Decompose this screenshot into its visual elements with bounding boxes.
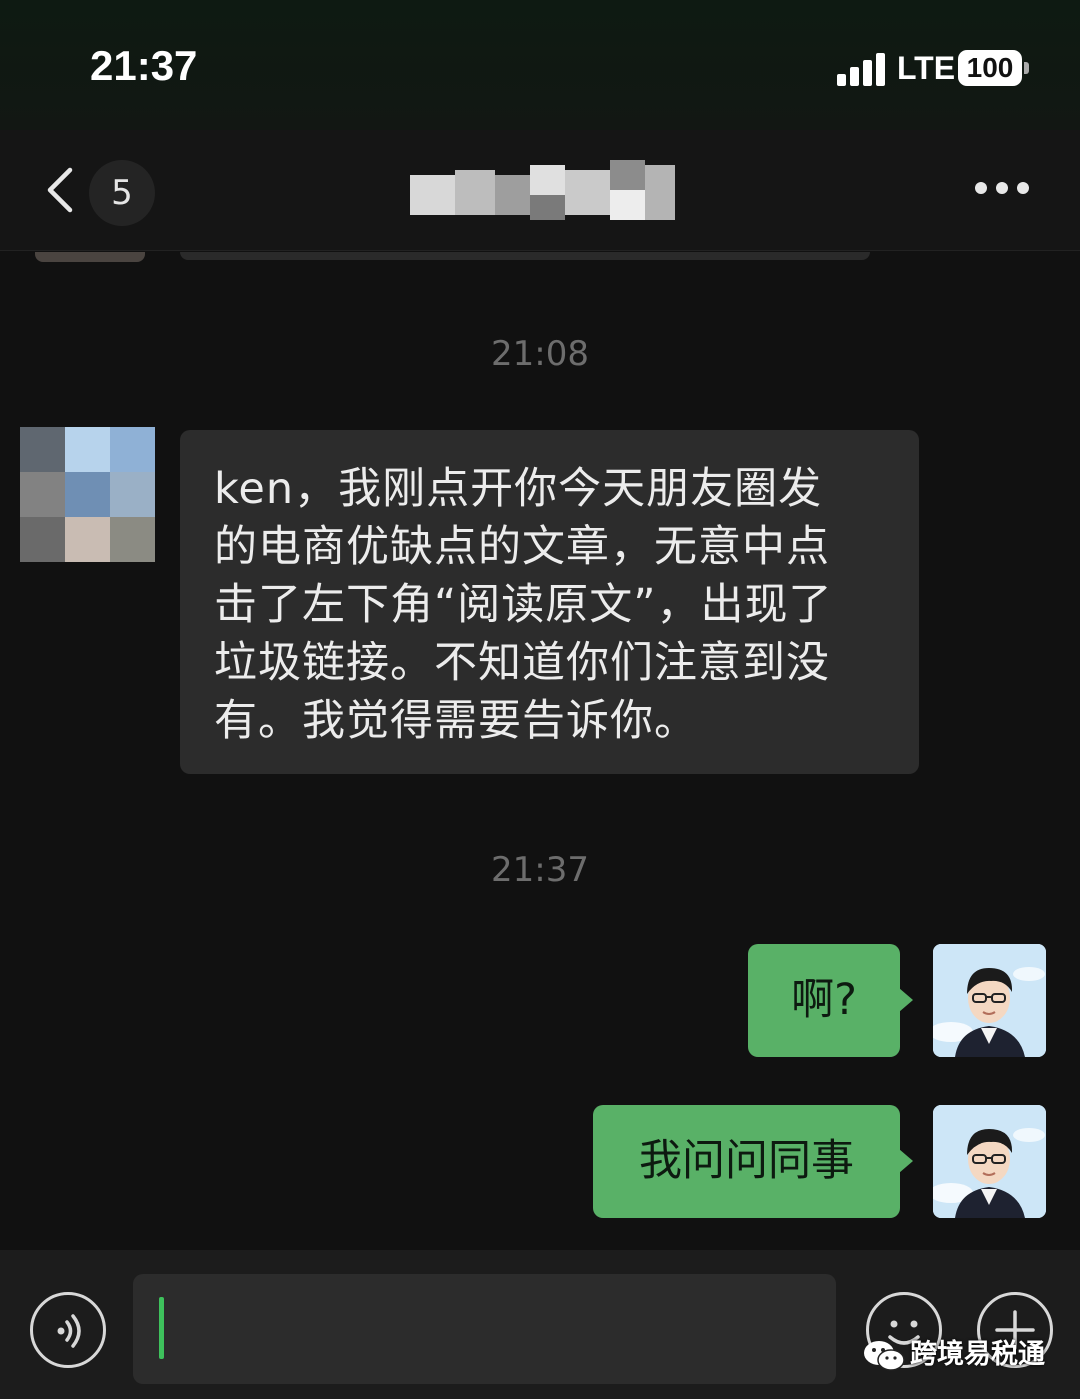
voice-icon[interactable] — [30, 1292, 106, 1368]
signal-icon — [837, 52, 887, 86]
input-bar — [0, 1250, 1080, 1399]
message-line: ken，我刚点开你今天朋友圈发 — [214, 464, 823, 514]
message-line: 击了左下角“阅读原文”，出现了 — [214, 580, 833, 630]
chevron-left-icon[interactable] — [40, 160, 80, 220]
received-message-bubble[interactable]: ken，我刚点开你今天朋友圈发 的电商优缺点的文章，无意中点 击了左下角“阅读原… — [180, 430, 919, 774]
previous-bubble-edge — [180, 252, 870, 260]
message-input[interactable] — [133, 1274, 836, 1384]
avatar[interactable] — [933, 1105, 1046, 1218]
sent-message-bubble[interactable]: 啊? — [748, 944, 913, 1057]
battery-tip — [1024, 62, 1029, 74]
message-line: 的电商优缺点的文章，无意中点 — [214, 522, 830, 572]
message-text: 我问问同事 — [639, 1136, 854, 1186]
wechat-icon — [862, 1339, 906, 1373]
watermark: 跨境易税通 — [862, 1332, 1045, 1372]
text-caret — [159, 1297, 164, 1359]
avatar[interactable] — [20, 427, 155, 562]
previous-avatar-edge — [35, 252, 145, 262]
ellipsis-icon[interactable] — [975, 180, 1030, 200]
title-mosaic — [410, 155, 680, 225]
sent-message-bubble[interactable]: 我问问同事 — [593, 1105, 913, 1218]
watermark-text: 跨境易税通 — [910, 1339, 1045, 1370]
message-line: 有。我觉得需要告诉你。 — [214, 696, 698, 746]
avatar[interactable] — [933, 944, 1046, 1057]
message-text: 啊? — [791, 975, 857, 1025]
network-type: LTE — [897, 50, 956, 86]
chat-title — [410, 155, 680, 225]
message-timestamp: 21:08 — [491, 334, 589, 374]
unread-count-badge[interactable]: 5 — [89, 160, 155, 226]
status-bar: 21:37 LTE 100 — [0, 0, 1080, 130]
battery-icon: 100 — [958, 50, 1022, 86]
message-line: 垃圾链接。不知道你们注意到没 — [214, 638, 830, 688]
chat-header: 5 — [0, 130, 1080, 251]
status-time: 21:37 — [90, 42, 198, 89]
message-timestamp: 21:37 — [491, 850, 589, 890]
